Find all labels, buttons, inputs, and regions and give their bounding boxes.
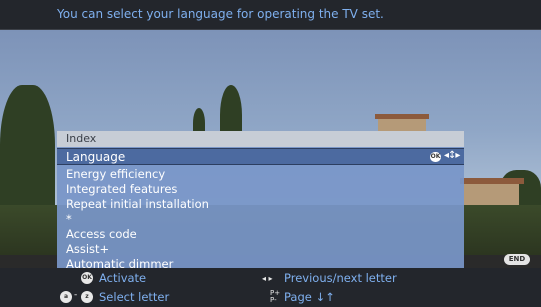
page-down-icon: P- — [270, 296, 277, 304]
help-bar: OK Activate ◂ ▸ Previous/next letter a -… — [0, 268, 541, 307]
navigate-arrows-icon: ◂↕▸ — [444, 150, 460, 161]
info-banner: You can select your language for operati… — [0, 0, 541, 30]
tv-screen: You can select your language for operati… — [0, 0, 541, 307]
help-prev-next-label: Previous/next letter — [284, 271, 397, 285]
ok-button-icon: OK — [81, 272, 93, 284]
left-right-arrow-icon: ◂ ▸ — [262, 274, 273, 283]
help-page-label: Page ↓↑ — [284, 290, 335, 304]
index-menu: Index Language OK ◂↕▸ Energy efficiency … — [57, 131, 464, 268]
menu-item-integrated-features[interactable]: Integrated features — [66, 182, 177, 196]
letter-z-icon: z — [81, 291, 93, 303]
menu-item-language[interactable]: Language OK ◂↕▸ — [57, 148, 464, 165]
menu-item-automatic-dimmer[interactable]: Automatic dimmer — [66, 257, 173, 268]
menu-item-assist-plus[interactable]: Assist+ — [66, 242, 109, 256]
menu-item-access-code[interactable]: Access code — [66, 227, 137, 241]
menu-item-repeat-initial-installation[interactable]: Repeat initial installation — [66, 197, 209, 211]
help-select-letter-label: Select letter — [99, 290, 170, 304]
letter-a-icon: a — [60, 291, 72, 303]
roof-left — [375, 114, 429, 119]
ok-button-icon: OK — [430, 152, 441, 162]
help-activate-label: Activate — [99, 271, 147, 285]
menu-item-separator: * — [66, 212, 72, 226]
menu-item-energy-efficiency[interactable]: Energy efficiency — [66, 167, 165, 181]
menu-item-label: Language — [66, 150, 126, 164]
menu-header-title: Index — [66, 132, 97, 145]
info-banner-text: You can select your language for operati… — [57, 7, 384, 21]
building-right — [464, 183, 519, 205]
roof-right — [460, 178, 524, 184]
letter-range-separator: - — [74, 290, 78, 300]
menu-header: Index — [57, 131, 464, 147]
end-button[interactable]: END — [504, 254, 530, 265]
